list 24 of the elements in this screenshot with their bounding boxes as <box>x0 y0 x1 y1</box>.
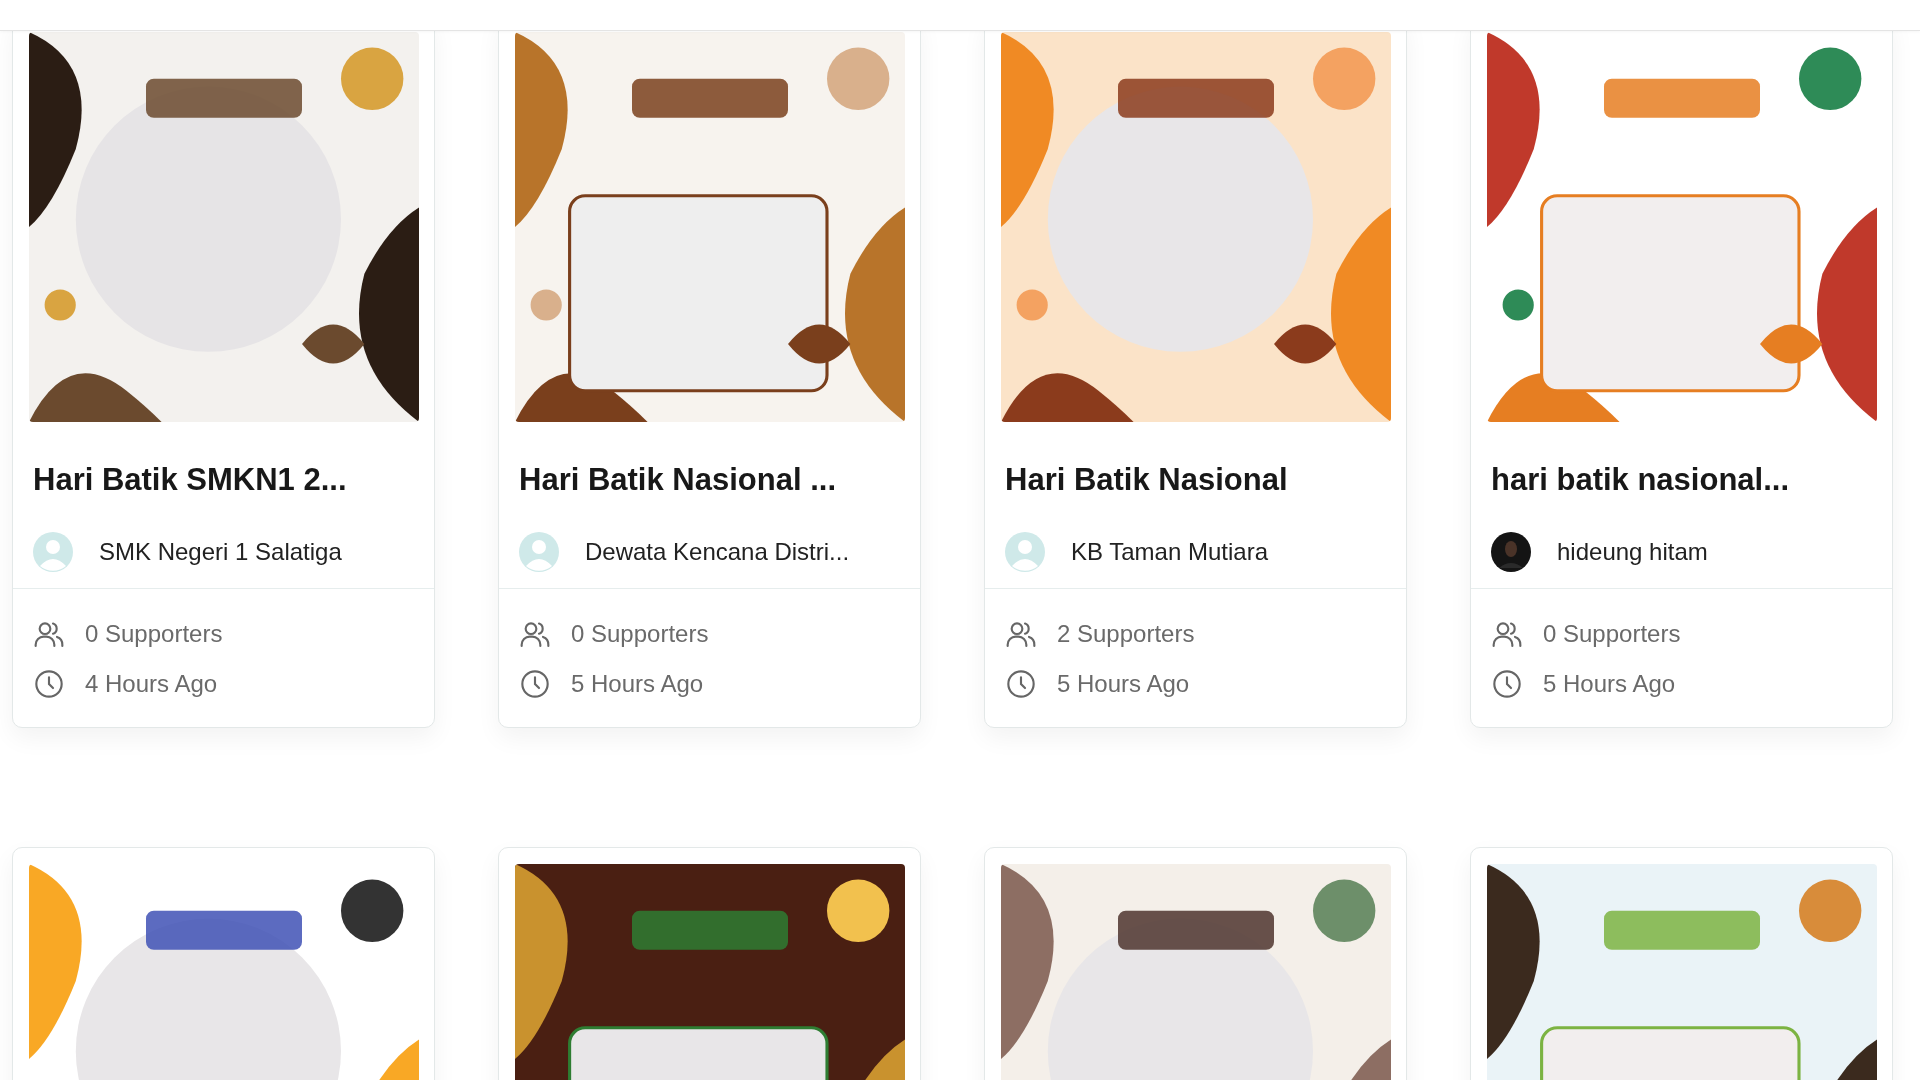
campaign-card[interactable]: Hari Batik Nasional KB Taman Mutiara 2 Supporters 5 Hours Ago <box>984 31 1407 728</box>
clock-icon <box>1005 668 1037 700</box>
clock-icon <box>33 668 65 700</box>
clock-icon <box>1491 668 1523 700</box>
supporter-count: 0 Supporters <box>571 620 709 648</box>
campaign-card[interactable]: hari batik nasional... hideung hitam 0 Supporters 5 Hours Ago <box>1470 31 1893 728</box>
author-name: SMK Negeri 1 Salatiga <box>99 538 342 566</box>
card-title: Hari Batik Nasional ... <box>519 461 837 499</box>
time-ago: 5 Hours Ago <box>571 670 704 698</box>
card-title: Hari Batik Nasional <box>1005 461 1289 499</box>
card-title: Hari Batik SMKN1 2... <box>33 461 348 499</box>
card-title: hari batik nasional... <box>1491 461 1791 499</box>
supporter-count: 2 Supporters <box>1057 620 1195 648</box>
author-name: KB Taman Mutiara <box>1071 538 1268 566</box>
supporter-count: 0 Supporters <box>85 620 223 648</box>
campaign-card[interactable]: Hari Batik Nasional ... Dewata Kencana Distri... 0 Supporters 5 Hours Ago <box>498 31 921 728</box>
author-name: hideung hitam <box>1557 538 1708 566</box>
clock-icon <box>519 668 551 700</box>
time-ago: 4 Hours Ago <box>85 670 218 698</box>
supporter-count: 0 Supporters <box>1543 620 1681 648</box>
time-ago: 5 Hours Ago <box>1543 670 1676 698</box>
campaign-card[interactable]: Hari Batik SMKN1 2... SMK Negeri 1 Salatiga 0 Supporters 4 Hours Ago <box>12 31 435 728</box>
author-name: Dewata Kencana Distri... <box>585 538 850 566</box>
time-ago: 5 Hours Ago <box>1057 670 1190 698</box>
